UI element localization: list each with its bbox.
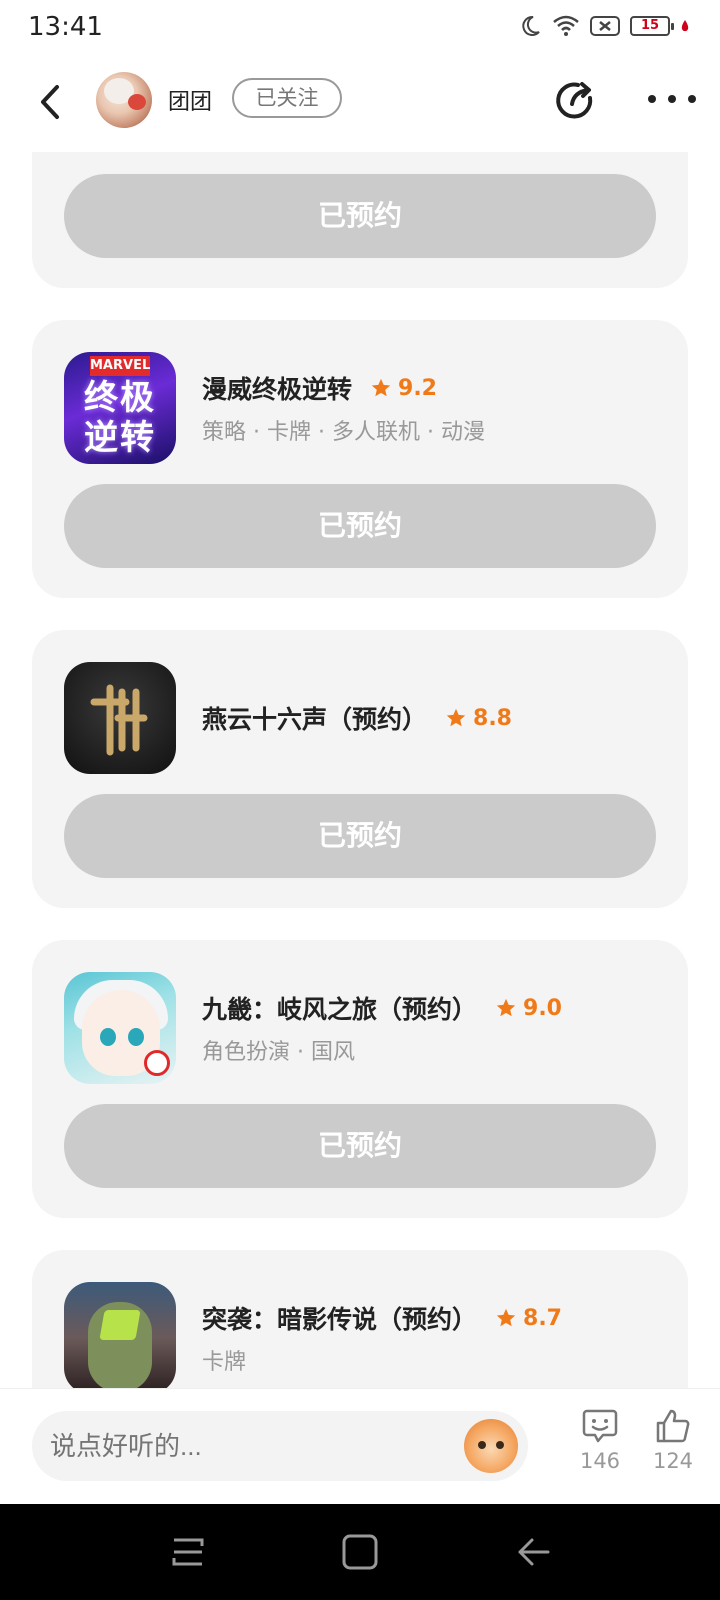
jiuji-game-icon (64, 972, 176, 1084)
like-count: 124 (652, 1449, 694, 1473)
comment-input[interactable] (32, 1411, 528, 1481)
recent-apps-icon (172, 1538, 204, 1566)
share-icon (556, 82, 593, 119)
back-nav-button[interactable] (514, 1532, 554, 1572)
reserved-button[interactable]: 已预约 (64, 484, 656, 568)
marvel-logo: MARVEL (90, 356, 150, 376)
star-icon (446, 708, 466, 727)
status-time: 13:41 (28, 12, 103, 42)
more-dot (648, 95, 656, 103)
game-card[interactable]: MARVEL 终极 逆转 漫威终极逆转 9.2 策略 · 卡牌 · 多人联机 ·… (32, 320, 688, 598)
marvel-game-icon: MARVEL 终极 逆转 (64, 352, 176, 464)
comment-button[interactable]: 146 (565, 1407, 635, 1473)
comment-bar: 146 124 (0, 1388, 720, 1504)
comment-icon (582, 1409, 618, 1443)
charging-drop-icon (680, 19, 690, 33)
recent-apps-button[interactable] (168, 1532, 208, 1572)
rating: 8.8 (445, 706, 512, 731)
mascot-emoji-icon[interactable] (464, 1419, 518, 1473)
game-tags: 卡牌 (202, 1350, 247, 1375)
reserved-button[interactable]: 已预约 (64, 794, 656, 878)
rating: 8.7 (495, 1306, 562, 1331)
game-tags: 策略 · 卡牌 · 多人联机 · 动漫 (202, 420, 485, 445)
star-icon (371, 378, 391, 397)
game-name: 燕云十六声（预约） (202, 705, 428, 734)
share-button[interactable] (552, 78, 598, 124)
game-name: 九畿：岐风之旅（预约） (202, 995, 478, 1024)
star-icon (496, 998, 516, 1017)
header: 团团 已关注 (0, 56, 720, 152)
battery-icon: 15 (630, 16, 674, 36)
home-button[interactable] (340, 1532, 380, 1572)
game-card[interactable]: 已预约 (32, 152, 688, 288)
more-button[interactable] (648, 84, 696, 114)
follow-button[interactable]: 已关注 (232, 78, 342, 118)
game-title[interactable]: 漫威终极逆转 9.2 (202, 370, 437, 406)
system-nav-bar (0, 1504, 720, 1600)
reserved-button[interactable]: 已预约 (64, 1104, 656, 1188)
status-icons: 15 (518, 14, 690, 38)
more-dot (668, 95, 676, 103)
game-card[interactable]: 燕云十六声（预约） 8.8 已预约 (32, 630, 688, 908)
yanyun-game-icon (64, 662, 176, 774)
like-button[interactable]: 124 (638, 1407, 708, 1473)
sim-off-icon (590, 15, 620, 37)
avatar[interactable] (96, 72, 152, 128)
moon-icon (518, 14, 542, 38)
thumbs-up-icon (656, 1409, 690, 1443)
status-bar: 13:41 15 (0, 0, 720, 56)
reserved-button[interactable]: 已预约 (64, 174, 656, 258)
star-icon (496, 1308, 516, 1327)
rating: 9.0 (495, 996, 562, 1021)
tuxi-game-icon (64, 1282, 176, 1388)
back-arrow-icon (518, 1538, 550, 1566)
game-title[interactable]: 突袭：暗影传说（预约） 8.7 (202, 1300, 562, 1336)
more-dot (688, 95, 696, 103)
back-icon (41, 85, 59, 119)
game-list: 已预约 MARVEL 终极 逆转 漫威终极逆转 9.2 策略 · 卡牌 · 多人… (0, 152, 720, 1388)
game-card[interactable]: 九畿：岐风之旅（预约） 9.0 角色扮演 · 国风 已预约 (32, 940, 688, 1218)
game-title[interactable]: 九畿：岐风之旅（预约） 9.0 (202, 990, 562, 1026)
icon-title: 终极 逆转 (84, 378, 156, 458)
game-title[interactable]: 燕云十六声（预约） 8.8 (202, 700, 512, 736)
user-name[interactable]: 团团 (168, 84, 212, 116)
netease-badge-icon (144, 1050, 170, 1076)
comment-count: 146 (579, 1449, 621, 1473)
rating: 9.2 (370, 376, 437, 401)
home-icon (342, 1534, 378, 1570)
game-name: 突袭：暗影传说（预约） (202, 1305, 478, 1334)
wifi-icon (552, 14, 580, 38)
game-tags: 角色扮演 · 国风 (202, 1040, 355, 1065)
game-card[interactable]: 突袭：暗影传说（预约） 8.7 卡牌 (32, 1250, 688, 1388)
game-name: 漫威终极逆转 (202, 375, 353, 404)
back-button[interactable] (28, 78, 72, 126)
